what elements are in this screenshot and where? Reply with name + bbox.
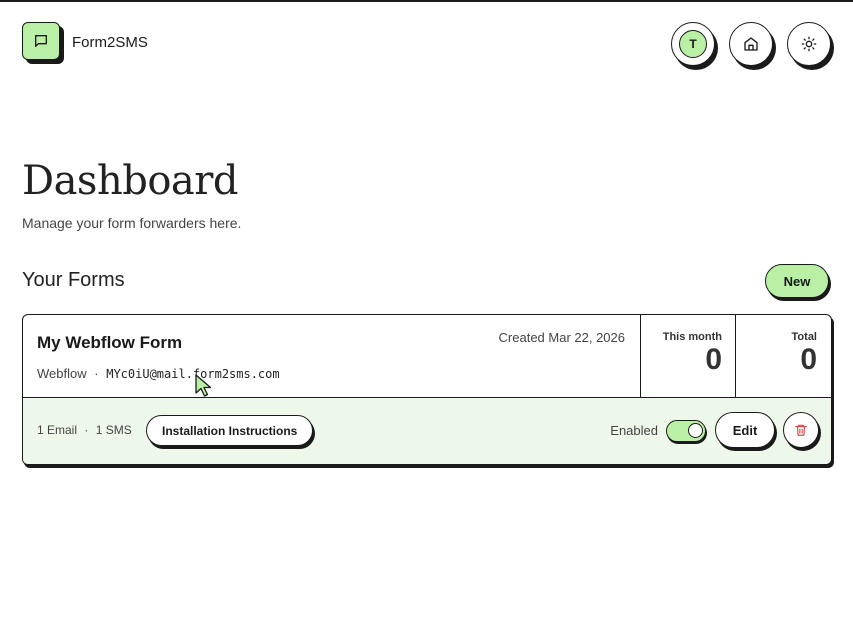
account-button[interactable]: T	[671, 22, 715, 66]
theme-toggle-button[interactable]	[787, 22, 831, 66]
stat-month-label: This month	[662, 331, 722, 343]
logo[interactable]	[22, 22, 60, 60]
meta-separator: ·	[94, 366, 99, 381]
form-email[interactable]: MYc0iU@mail.form2sms.com	[106, 367, 279, 381]
section-title: Your Forms	[22, 269, 125, 291]
form-meta: Webflow · MYc0iU@mail.form2sms.com	[37, 366, 280, 381]
sms-count: 1 SMS	[95, 423, 132, 437]
message-square-icon	[35, 35, 47, 47]
edit-button[interactable]: Edit	[715, 412, 775, 448]
stat-total-value: 0	[800, 343, 817, 376]
sun-icon	[801, 36, 817, 52]
page-title: Dashboard	[22, 158, 238, 204]
stat-this-month: This month 0	[640, 315, 736, 398]
home-button[interactable]	[729, 22, 773, 66]
page-subtitle: Manage your form forwarders here.	[22, 215, 242, 231]
form-name[interactable]: My Webflow Form	[37, 333, 182, 353]
installation-instructions-button[interactable]: Installation Instructions	[146, 415, 314, 446]
top-actions: T	[671, 22, 831, 66]
trash-icon	[795, 424, 807, 436]
form-card-header: My Webflow Form Webflow · MYc0iU@mail.fo…	[23, 315, 831, 398]
delete-button[interactable]	[783, 412, 819, 448]
enabled-label: Enabled	[610, 423, 658, 438]
destination-counts: 1 Email · 1 SMS	[37, 423, 132, 437]
created-date: Created Mar 22, 2026	[498, 330, 625, 345]
stat-total-label: Total	[791, 331, 817, 343]
email-count: 1 Email	[37, 423, 78, 437]
form-card-footer: 1 Email · 1 SMS Installation Instruction…	[23, 398, 831, 464]
mouse-cursor-icon	[195, 374, 212, 397]
toggle-knob	[688, 423, 703, 438]
stat-month-value: 0	[705, 343, 722, 376]
brand-name: Form2SMS	[72, 34, 148, 51]
form-card: My Webflow Form Webflow · MYc0iU@mail.fo…	[22, 314, 832, 465]
new-form-button[interactable]: New	[765, 264, 829, 298]
stat-total: Total 0	[735, 315, 831, 398]
form-platform: Webflow	[37, 366, 87, 381]
home-icon	[744, 37, 758, 51]
counts-separator: ·	[84, 423, 89, 437]
avatar: T	[679, 30, 707, 58]
enabled-toggle[interactable]	[666, 420, 706, 442]
top-bar: Form2SMS T	[22, 22, 831, 66]
